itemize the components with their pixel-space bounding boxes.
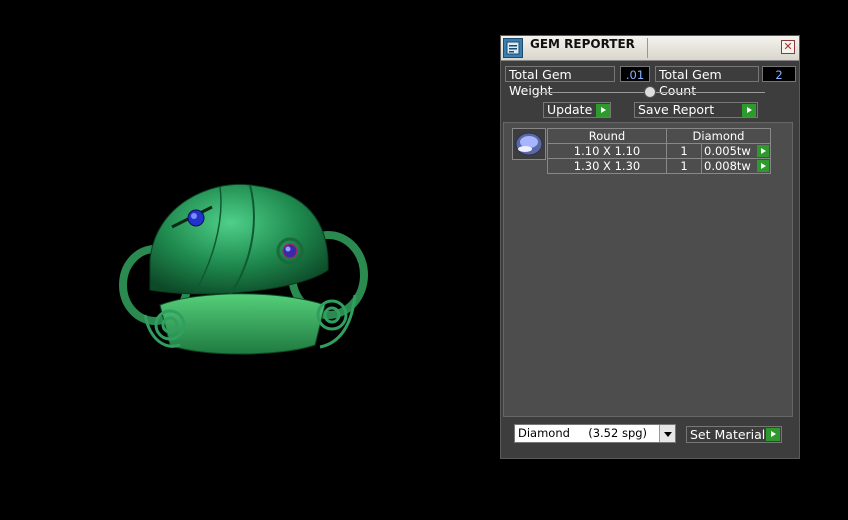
table-row[interactable]: 1.30 X 1.30 1 0.008tw — [547, 158, 771, 174]
total-gem-count-value: 2 — [762, 66, 796, 82]
slider-thumb-icon[interactable] — [644, 86, 656, 98]
table-row[interactable]: 1.10 X 1.10 1 0.005tw — [547, 143, 771, 159]
update-button[interactable]: Update — [543, 102, 611, 118]
gem-report-area: Round Diamond 1.10 X 1.10 1 0.005tw 1.30… — [503, 122, 793, 417]
close-icon[interactable]: ✕ — [781, 40, 795, 54]
gem-size: 1.10 X 1.10 — [547, 143, 667, 159]
gem-reporter-panel: GEM REPORTER ✕ Total Gem Weight .01 Tota… — [500, 35, 800, 459]
column-header-stone: Diamond — [666, 128, 771, 144]
3d-viewport[interactable] — [0, 0, 500, 520]
gem-size: 1.30 X 1.30 — [547, 158, 667, 174]
total-gem-weight-label: Total Gem Weight — [505, 66, 615, 98]
table-header-row: Round Diamond — [547, 128, 771, 144]
gem-reporter-app-icon — [503, 38, 523, 58]
column-header-shape: Round — [547, 128, 667, 144]
dropdown-arrow-icon[interactable] — [659, 425, 675, 442]
save-report-button[interactable]: Save Report — [634, 102, 758, 118]
material-select[interactable]: Diamond (3.52 spg) — [514, 424, 676, 443]
ring-model[interactable] — [100, 165, 380, 365]
play-arrow-icon — [766, 428, 780, 441]
play-arrow-icon — [596, 104, 610, 117]
gem-weight-cell: 0.008tw — [701, 158, 771, 174]
play-arrow-icon — [742, 104, 756, 117]
gem-round-icon[interactable] — [512, 128, 546, 160]
gem-table: Round Diamond 1.10 X 1.10 1 0.005tw 1.30… — [547, 128, 771, 174]
gem-weight-cell: 0.005tw — [701, 143, 771, 159]
set-material-button[interactable]: Set Material — [686, 426, 782, 443]
title-bar[interactable]: GEM REPORTER ✕ — [501, 36, 799, 61]
material-selected-value: Diamond (3.52 spg) — [518, 426, 648, 440]
save-report-button-label: Save Report — [638, 102, 715, 117]
update-button-label: Update — [547, 102, 593, 117]
total-gem-weight-value: .01 — [620, 66, 650, 82]
play-arrow-icon[interactable] — [757, 160, 769, 172]
gem-quantity: 1 — [666, 143, 702, 159]
title-divider — [647, 38, 648, 58]
set-material-button-label: Set Material — [690, 427, 766, 442]
play-arrow-icon[interactable] — [757, 145, 769, 157]
window-title: GEM REPORTER — [530, 37, 635, 51]
gem-weight: 0.008tw — [704, 159, 751, 173]
total-gem-count-label: Total Gem Count — [655, 66, 759, 98]
gem-weight: 0.005tw — [704, 144, 751, 158]
gem-quantity: 1 — [666, 158, 702, 174]
